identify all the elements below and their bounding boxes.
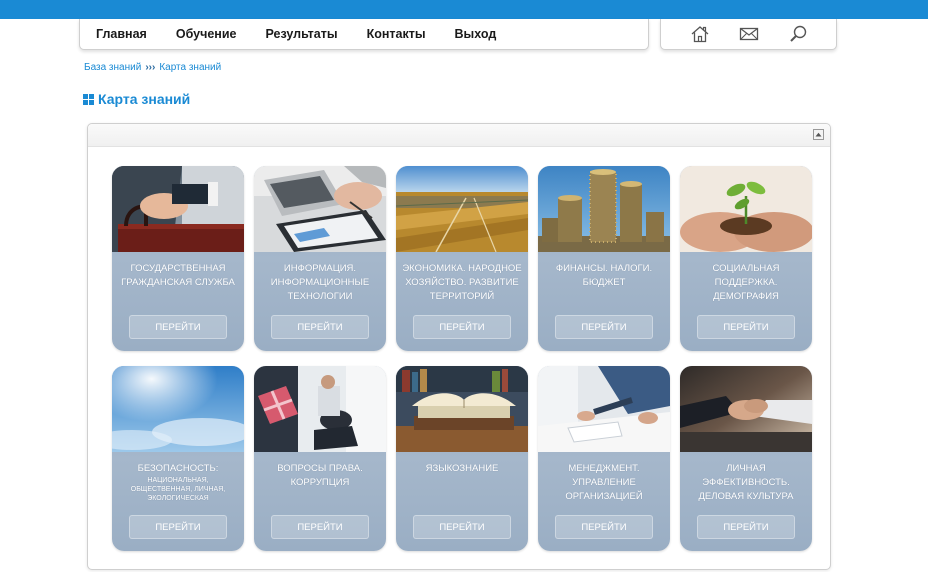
card-title: Государственная гражданская служба <box>121 263 235 288</box>
office-desk-photo <box>538 366 670 452</box>
go-button[interactable]: Перейти <box>413 515 511 539</box>
books-photo <box>396 366 528 452</box>
knowledge-map-panel: Государственная гражданская служба Перей… <box>87 123 831 570</box>
home-icon[interactable] <box>689 23 711 45</box>
go-button[interactable]: Перейти <box>413 315 511 339</box>
card-title: Социальная поддержка. Демография <box>712 263 780 302</box>
nav-item-home[interactable]: Главная <box>96 27 147 41</box>
card-information[interactable]: Информация. Информационные технологии Пе… <box>254 166 386 351</box>
page-title-text: Карта знаний <box>98 91 191 107</box>
card-finance[interactable]: Финансы. Налоги. Бюджет Перейти <box>538 166 670 351</box>
breadcrumb: База знаний ››› Карта знаний <box>84 62 221 73</box>
breadcrumb-separator: ››› <box>145 62 156 73</box>
go-button[interactable]: Перейти <box>697 515 795 539</box>
laptop-tablet-photo <box>254 166 386 252</box>
grid-icon <box>83 93 94 105</box>
go-button[interactable]: Перейти <box>129 515 227 539</box>
go-button[interactable]: Перейти <box>129 315 227 339</box>
nav-item-learning[interactable]: Обучение <box>176 27 237 41</box>
go-button[interactable]: Перейти <box>271 515 369 539</box>
go-button[interactable]: Перейти <box>697 315 795 339</box>
card-title: Финансы. Налоги. Бюджет <box>555 263 653 288</box>
card-title: Языкознание <box>425 463 499 474</box>
gift-bribe-photo <box>254 366 386 452</box>
collapse-button[interactable] <box>813 129 824 140</box>
card-title: Информация. Информационные технологии <box>270 263 370 302</box>
card-linguistics[interactable]: Языкознание Перейти <box>396 366 528 551</box>
nav-item-logout[interactable]: Выход <box>455 27 497 41</box>
card-management[interactable]: Менеджмент. Управление организацией Пере… <box>538 366 670 551</box>
card-subtitle: национальная, общественная, личная, экол… <box>130 477 226 502</box>
chevron-up-icon <box>815 132 822 137</box>
panel-header <box>88 124 830 147</box>
card-title: Личная эффективность. Деловая культура <box>698 463 794 502</box>
coins-photo <box>538 166 670 252</box>
breadcrumb-root[interactable]: База знаний <box>84 62 141 73</box>
card-title: Безопасность: национальная, общественная,… <box>118 462 238 503</box>
search-icon[interactable] <box>787 23 809 45</box>
go-button[interactable]: Перейти <box>555 515 653 539</box>
main-nav: Главная Обучение Результаты Контакты Вых… <box>79 19 649 50</box>
go-button[interactable]: Перейти <box>555 315 653 339</box>
aerial-fields-photo <box>396 166 528 252</box>
card-law[interactable]: Вопросы права. Коррупция Перейти <box>254 366 386 551</box>
page-title: Карта знаний <box>83 91 190 107</box>
sprout-hands-photo <box>680 166 812 252</box>
mail-icon[interactable] <box>738 23 760 45</box>
briefcase-photo <box>112 166 244 252</box>
nav-item-results[interactable]: Результаты <box>265 27 337 41</box>
card-economy[interactable]: Экономика. Народное хозяйство. Развитие … <box>396 166 528 351</box>
card-title: Менеджмент. Управление организацией <box>565 463 643 502</box>
nav-item-contacts[interactable]: Контакты <box>367 27 426 41</box>
card-title: Вопросы права. Коррупция <box>277 463 363 488</box>
card-personal-effectiveness[interactable]: Личная эффективность. Деловая культура П… <box>680 366 812 551</box>
top-bar <box>0 0 928 19</box>
breadcrumb-current[interactable]: Карта знаний <box>159 62 221 73</box>
toolbar <box>660 19 837 50</box>
cards-grid: Государственная гражданская служба Перей… <box>112 166 813 551</box>
handshake-photo <box>680 366 812 452</box>
go-button[interactable]: Перейти <box>271 315 369 339</box>
sky-photo <box>112 366 244 452</box>
card-security[interactable]: Безопасность: национальная, общественная,… <box>112 366 244 551</box>
card-title: Экономика. Народное хозяйство. Развитие … <box>402 263 522 302</box>
card-social[interactable]: Социальная поддержка. Демография Перейти <box>680 166 812 351</box>
card-civil-service[interactable]: Государственная гражданская служба Перей… <box>112 166 244 351</box>
